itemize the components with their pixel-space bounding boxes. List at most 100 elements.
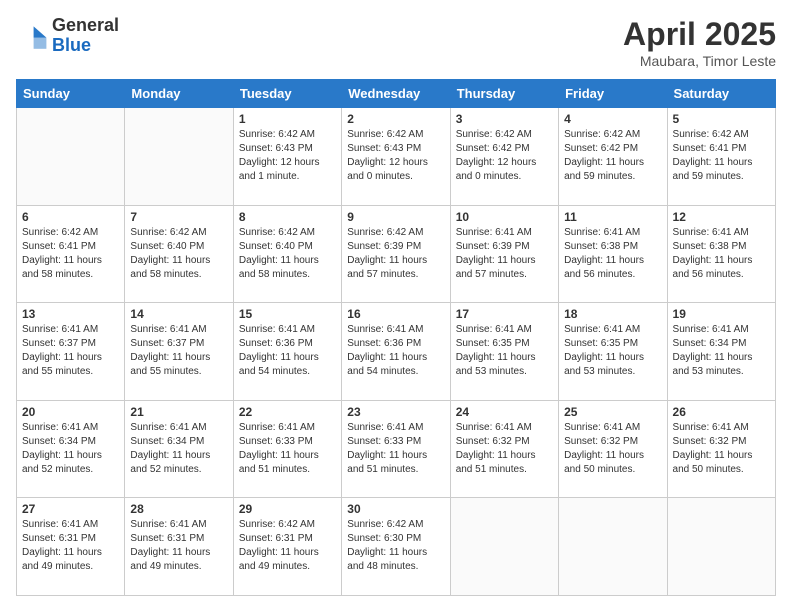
day-number: 19	[673, 307, 770, 321]
calendar-title: April 2025	[623, 16, 776, 53]
day-info: Sunrise: 6:41 AM Sunset: 6:35 PM Dayligh…	[564, 323, 661, 379]
day-info: Sunrise: 6:41 AM Sunset: 6:34 PM Dayligh…	[130, 421, 227, 477]
day-number: 25	[564, 405, 661, 419]
calendar-week-row: 1 Sunrise: 6:42 AM Sunset: 6:43 PM Daylig…	[17, 108, 776, 206]
logo-blue-text: Blue	[52, 35, 91, 55]
table-row: 23 Sunrise: 6:41 AM Sunset: 6:33 PM Dayli…	[342, 400, 450, 498]
table-row: 26 Sunrise: 6:41 AM Sunset: 6:32 PM Dayli…	[667, 400, 775, 498]
day-number: 22	[239, 405, 336, 419]
day-number: 3	[456, 112, 553, 126]
day-number: 8	[239, 210, 336, 224]
day-number: 27	[22, 502, 119, 516]
table-row	[667, 498, 775, 596]
table-row: 18Sunrise: 6:41 AM Sunset: 6:35 PM Dayli…	[559, 303, 667, 401]
calendar-week-row: 6 Sunrise: 6:42 AM Sunset: 6:41 PM Daylig…	[17, 205, 776, 303]
table-row: 2 Sunrise: 6:42 AM Sunset: 6:43 PM Daylig…	[342, 108, 450, 206]
calendar-week-row: 20 Sunrise: 6:41 AM Sunset: 6:34 PM Dayli…	[17, 400, 776, 498]
day-info: Sunrise: 6:41 AM Sunset: 6:37 PM Dayligh…	[130, 323, 227, 379]
table-row: 14 Sunrise: 6:41 AM Sunset: 6:37 PM Dayli…	[125, 303, 233, 401]
day-info: Sunrise: 6:41 AM Sunset: 6:38 PM Dayligh…	[564, 226, 661, 282]
day-info: Sunrise: 6:42 AM Sunset: 6:43 PM Dayligh…	[347, 128, 444, 184]
day-info: Sunrise: 6:41 AM Sunset: 6:34 PM Dayligh…	[673, 323, 770, 379]
table-row	[125, 108, 233, 206]
day-info: Sunrise: 6:41 AM Sunset: 6:37 PM Dayligh…	[22, 323, 119, 379]
table-row: 9 Sunrise: 6:42 AM Sunset: 6:39 PM Daylig…	[342, 205, 450, 303]
logo-icon	[16, 20, 48, 52]
table-row: 7 Sunrise: 6:42 AM Sunset: 6:40 PM Daylig…	[125, 205, 233, 303]
title-block: April 2025 Maubara, Timor Leste	[623, 16, 776, 69]
table-row: 6 Sunrise: 6:42 AM Sunset: 6:41 PM Daylig…	[17, 205, 125, 303]
table-row: 28 Sunrise: 6:41 AM Sunset: 6:31 PM Dayli…	[125, 498, 233, 596]
day-number: 24	[456, 405, 553, 419]
day-info: Sunrise: 6:42 AM Sunset: 6:42 PM Dayligh…	[456, 128, 553, 184]
table-row: 13 Sunrise: 6:41 AM Sunset: 6:37 PM Dayli…	[17, 303, 125, 401]
day-number: 13	[22, 307, 119, 321]
day-info: Sunrise: 6:42 AM Sunset: 6:41 PM Dayligh…	[22, 226, 119, 282]
day-info: Sunrise: 6:42 AM Sunset: 6:39 PM Dayligh…	[347, 226, 444, 282]
day-number: 15	[239, 307, 336, 321]
header-monday: Monday	[125, 80, 233, 108]
day-number: 5	[673, 112, 770, 126]
day-info: Sunrise: 6:41 AM Sunset: 6:31 PM Dayligh…	[130, 518, 227, 574]
calendar-week-row: 13 Sunrise: 6:41 AM Sunset: 6:37 PM Dayli…	[17, 303, 776, 401]
day-info: Sunrise: 6:41 AM Sunset: 6:39 PM Dayligh…	[456, 226, 553, 282]
table-row: 11Sunrise: 6:41 AM Sunset: 6:38 PM Dayli…	[559, 205, 667, 303]
table-row: 10 Sunrise: 6:41 AM Sunset: 6:39 PM Dayli…	[450, 205, 558, 303]
calendar-location: Maubara, Timor Leste	[623, 53, 776, 69]
day-info: Sunrise: 6:42 AM Sunset: 6:31 PM Dayligh…	[239, 518, 336, 574]
day-number: 23	[347, 405, 444, 419]
table-row: 22Sunrise: 6:41 AM Sunset: 6:33 PM Dayli…	[233, 400, 341, 498]
table-row: 5 Sunrise: 6:42 AM Sunset: 6:41 PM Daylig…	[667, 108, 775, 206]
day-number: 17	[456, 307, 553, 321]
header-sunday: Sunday	[17, 80, 125, 108]
header-saturday: Saturday	[667, 80, 775, 108]
day-number: 14	[130, 307, 227, 321]
day-number: 16	[347, 307, 444, 321]
day-info: Sunrise: 6:41 AM Sunset: 6:32 PM Dayligh…	[673, 421, 770, 477]
table-row: 1 Sunrise: 6:42 AM Sunset: 6:43 PM Daylig…	[233, 108, 341, 206]
table-row: 8 Sunrise: 6:42 AM Sunset: 6:40 PM Daylig…	[233, 205, 341, 303]
table-row: 12 Sunrise: 6:41 AM Sunset: 6:38 PM Dayli…	[667, 205, 775, 303]
day-info: Sunrise: 6:42 AM Sunset: 6:40 PM Dayligh…	[239, 226, 336, 282]
table-row: 21 Sunrise: 6:41 AM Sunset: 6:34 PM Dayli…	[125, 400, 233, 498]
table-row: 3 Sunrise: 6:42 AM Sunset: 6:42 PM Daylig…	[450, 108, 558, 206]
header: General Blue April 2025 Maubara, Timor L…	[16, 16, 776, 69]
header-tuesday: Tuesday	[233, 80, 341, 108]
day-number: 6	[22, 210, 119, 224]
day-number: 21	[130, 405, 227, 419]
table-row	[450, 498, 558, 596]
table-row: 24Sunrise: 6:41 AM Sunset: 6:32 PM Dayli…	[450, 400, 558, 498]
table-row: 29 Sunrise: 6:42 AM Sunset: 6:31 PM Dayli…	[233, 498, 341, 596]
day-info: Sunrise: 6:41 AM Sunset: 6:33 PM Dayligh…	[347, 421, 444, 477]
day-info: Sunrise: 6:42 AM Sunset: 6:40 PM Dayligh…	[130, 226, 227, 282]
day-info: Sunrise: 6:42 AM Sunset: 6:30 PM Dayligh…	[347, 518, 444, 574]
day-number: 29	[239, 502, 336, 516]
table-row: 30Sunrise: 6:42 AM Sunset: 6:30 PM Dayli…	[342, 498, 450, 596]
day-number: 1	[239, 112, 336, 126]
table-row	[17, 108, 125, 206]
day-number: 20	[22, 405, 119, 419]
day-number: 2	[347, 112, 444, 126]
day-info: Sunrise: 6:42 AM Sunset: 6:41 PM Dayligh…	[673, 128, 770, 184]
calendar-week-row: 27 Sunrise: 6:41 AM Sunset: 6:31 PM Dayli…	[17, 498, 776, 596]
day-number: 26	[673, 405, 770, 419]
day-number: 9	[347, 210, 444, 224]
day-info: Sunrise: 6:41 AM Sunset: 6:35 PM Dayligh…	[456, 323, 553, 379]
table-row: 4Sunrise: 6:42 AM Sunset: 6:42 PM Daylig…	[559, 108, 667, 206]
table-row: 16 Sunrise: 6:41 AM Sunset: 6:36 PM Dayli…	[342, 303, 450, 401]
logo-general-text: General	[52, 15, 119, 35]
table-row	[559, 498, 667, 596]
table-row: 15Sunrise: 6:41 AM Sunset: 6:36 PM Dayli…	[233, 303, 341, 401]
day-info: Sunrise: 6:41 AM Sunset: 6:36 PM Dayligh…	[347, 323, 444, 379]
day-number: 10	[456, 210, 553, 224]
header-thursday: Thursday	[450, 80, 558, 108]
header-wednesday: Wednesday	[342, 80, 450, 108]
day-info: Sunrise: 6:42 AM Sunset: 6:43 PM Dayligh…	[239, 128, 336, 184]
day-number: 28	[130, 502, 227, 516]
day-number: 7	[130, 210, 227, 224]
day-info: Sunrise: 6:41 AM Sunset: 6:31 PM Dayligh…	[22, 518, 119, 574]
day-info: Sunrise: 6:41 AM Sunset: 6:34 PM Dayligh…	[22, 421, 119, 477]
day-number: 12	[673, 210, 770, 224]
page: General Blue April 2025 Maubara, Timor L…	[0, 0, 792, 612]
day-info: Sunrise: 6:41 AM Sunset: 6:38 PM Dayligh…	[673, 226, 770, 282]
